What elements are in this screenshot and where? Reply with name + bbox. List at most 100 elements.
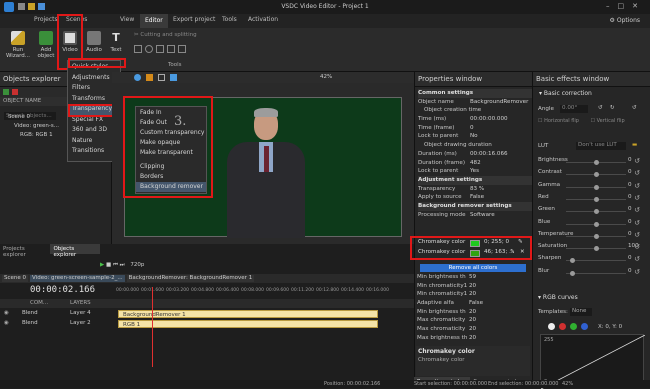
crop-icon[interactable] (134, 45, 142, 53)
slider-gamma[interactable]: Gamma 0 ↺ (538, 182, 646, 194)
property-row[interactable]: Processing mode Software (418, 211, 532, 220)
property-row[interactable]: Min chromaticity1 20 (417, 282, 529, 291)
reset-icon[interactable]: ↺ (634, 194, 640, 202)
property-row[interactable]: Time (ms) 00:00:00.000 (418, 115, 532, 124)
slider-track[interactable] (566, 196, 626, 202)
slider-track[interactable] (566, 258, 626, 264)
property-row[interactable]: Duration (ms) 00:00:16.066 (418, 150, 532, 159)
horizontal-flip-checkbox[interactable]: ☐ Horizontal flip (538, 118, 579, 124)
reset-icon[interactable]: ↺ (634, 243, 640, 251)
prev-frame-icon[interactable]: ⏮ (113, 262, 120, 268)
stop-icon[interactable]: ■ (106, 262, 113, 268)
select-tool-icon[interactable] (134, 74, 141, 81)
rgb-curves-header[interactable]: ▾ RGB curves (538, 294, 578, 301)
reset-icon[interactable]: ↺ (634, 182, 640, 190)
tree-item-rgb[interactable]: RGB: RGB 1 (20, 132, 53, 138)
property-subsection[interactable]: Object drawing duration (418, 141, 532, 150)
add-object-button[interactable]: Add object (34, 31, 58, 59)
property-section[interactable]: Adjustment settings (418, 175, 532, 185)
breadcrumb-bgremover[interactable]: BackgroundRemover: BackgroundRemover 1 (126, 275, 255, 282)
slider-knob[interactable] (594, 172, 599, 178)
menu-tools[interactable]: Tools (222, 16, 237, 23)
reset-icon[interactable]: ↺ (634, 255, 640, 263)
slider-red[interactable]: Red 0 ↺ (538, 194, 646, 206)
property-row[interactable]: Adaptive alfa False (417, 299, 529, 308)
close-icon[interactable]: ✕ (632, 2, 646, 10)
menu-export-project[interactable]: Export project (173, 16, 215, 23)
property-row[interactable]: Lock to parent No (418, 132, 532, 141)
shape-tool-icon[interactable] (170, 74, 177, 81)
add-icon[interactable] (3, 89, 9, 95)
property-row[interactable]: Duration (frame) 482 (418, 159, 532, 168)
menu-activation[interactable]: Activation (248, 16, 278, 23)
reset-icon[interactable]: ↺ (634, 169, 640, 177)
rotate-left-icon[interactable]: ↺ (598, 105, 603, 111)
slider-track[interactable] (566, 209, 626, 215)
playhead[interactable] (152, 287, 153, 367)
menu-projects[interactable]: Projects (34, 16, 58, 23)
slider-knob[interactable] (594, 184, 599, 190)
tree-item-video[interactable]: Video: green-s... (14, 123, 59, 129)
tab-projects-explorer[interactable]: Projects explorer (0, 244, 50, 258)
slider-track[interactable] (566, 246, 626, 252)
basic-correction-header[interactable]: ▾ Basic correction (533, 87, 650, 100)
property-row[interactable]: Apply to source False (418, 193, 532, 202)
timeline-clip[interactable]: BackgroundRemover 1 (118, 310, 378, 318)
flip-icon[interactable] (156, 45, 164, 53)
remove-all-colors-button[interactable]: Remove all colors (420, 264, 526, 272)
move-tool-icon[interactable] (146, 74, 153, 81)
angle-input[interactable]: 0.00° (560, 105, 588, 113)
timeline-zoom[interactable]: 42% (562, 381, 573, 387)
cutting-splitting[interactable]: ✂ Cutting and splitting (134, 32, 197, 38)
slider-track[interactable] (566, 184, 626, 190)
slider-track[interactable] (566, 221, 626, 227)
timeline-clip[interactable]: RGB 1 (118, 320, 378, 328)
slider-knob[interactable] (570, 258, 575, 264)
slider-track[interactable] (566, 233, 626, 239)
timeline-ruler[interactable]: 00:00.00000:01.60000:03.20000:04.80000:0… (116, 287, 414, 297)
breadcrumb-scene[interactable]: Scene 0 (2, 275, 29, 282)
reset-icon[interactable]: ↺ (634, 268, 640, 276)
slider-temperature[interactable]: Temperature 0 ↺ (538, 231, 646, 243)
slider-knob[interactable] (594, 221, 599, 227)
property-section[interactable]: Common settings (418, 89, 532, 98)
property-row[interactable]: Transparency 83 % (418, 185, 532, 194)
slider-knob[interactable] (594, 196, 599, 202)
tab-objects-explorer[interactable]: Objects explorer (50, 244, 100, 258)
slider-knob[interactable] (594, 246, 599, 252)
reset-icon[interactable]: ↺ (634, 206, 640, 214)
timeline-track[interactable]: ◉ Blend Layer 2 RGB 1 (0, 320, 650, 329)
property-row[interactable]: Max brightness th 20 (417, 334, 529, 343)
slider-sharpen[interactable]: Sharpen 0 ↺ (538, 255, 646, 267)
next-frame-icon[interactable]: ⏭ (120, 262, 127, 268)
run-wizard-button[interactable]: Run Wizard... (4, 31, 32, 59)
zoom-display[interactable]: 42% (320, 74, 332, 80)
property-row[interactable]: Object name BackgroundRemover (418, 98, 532, 107)
reset-angle-icon[interactable]: ↺ (632, 105, 637, 111)
slider-knob[interactable] (570, 270, 575, 276)
audio-button[interactable]: Audio (84, 31, 104, 53)
minimize-icon[interactable]: – (606, 2, 618, 10)
rotate-right-icon[interactable]: ↻ (610, 105, 615, 111)
vertical-flip-checkbox[interactable]: ☐ Vertical flip (591, 118, 625, 124)
slider-blue[interactable]: Blue 0 ↺ (538, 219, 646, 231)
timeline-track[interactable]: ◉ Blend Layer 4 BackgroundRemover 1 (0, 310, 650, 319)
options-button[interactable]: ⚙ Options (610, 17, 640, 24)
menu-view[interactable]: View (120, 16, 134, 23)
property-row[interactable]: Time (frame) 0 (418, 124, 532, 133)
folder-icon[interactable]: ▬ (632, 142, 637, 148)
menu-editor[interactable]: Editor (140, 14, 168, 28)
breadcrumb-video[interactable]: Video: green-screen-sample-2_... (30, 275, 125, 282)
slider-knob[interactable] (594, 160, 599, 165)
slider-track[interactable] (566, 270, 626, 276)
property-section[interactable]: Background remover settings (418, 201, 532, 211)
property-subsection[interactable]: Object creation time (418, 106, 532, 115)
property-row[interactable]: Lock to parent Yes (418, 167, 532, 176)
visibility-eye-icon[interactable]: ◉ (4, 320, 9, 326)
align-icon[interactable] (167, 45, 175, 53)
slider-contrast[interactable]: Contrast 0 ↺ (538, 169, 646, 181)
text-button[interactable]: T Text (106, 31, 126, 53)
blend-mode[interactable]: Blend (22, 310, 38, 316)
text-tool-icon[interactable] (158, 74, 165, 81)
delete-icon[interactable] (12, 89, 18, 95)
